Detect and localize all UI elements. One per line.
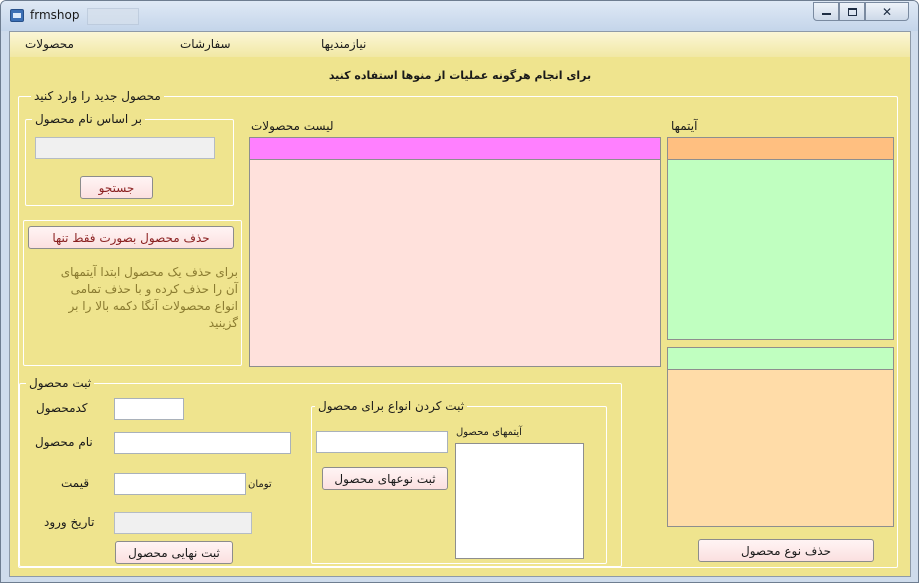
menu-orders[interactable]: سفارشات [180, 37, 231, 51]
products-grid[interactable] [249, 137, 661, 367]
date-label: تاریخ ورود [44, 515, 95, 529]
delete-product-button[interactable]: حذف محصول بصورت فقط تنها [28, 226, 234, 249]
items-grid[interactable] [667, 137, 894, 340]
products-list-label: لیست محصولات [251, 119, 334, 133]
currency-label: تومان [248, 479, 272, 490]
product-types-grid[interactable] [667, 347, 894, 527]
maximize-icon [847, 7, 857, 16]
product-items-listbox[interactable] [455, 443, 584, 559]
name-input[interactable] [114, 432, 291, 454]
register-product-group: ثبت محصول کدمحصول نام محصول قیمت تومان ت… [19, 376, 622, 567]
types-group: ثبت کردن انواع برای محصول آیتمهای محصول … [311, 399, 607, 564]
menu-products[interactable]: محصولات [25, 37, 74, 51]
price-input[interactable] [114, 473, 246, 495]
price-label: قیمت [61, 476, 90, 490]
app-icon [10, 9, 24, 22]
form-client-area: محصولات سفارشات نیازمندیها برای انجام هر… [9, 31, 911, 577]
delete-instruction-note: برای حذف یک محصول ابتدا آیتمهای آن را حذ… [60, 265, 238, 330]
maximize-button[interactable] [839, 2, 865, 21]
search-legend: بر اساس نام محصول [32, 112, 146, 126]
type-input[interactable] [316, 431, 448, 453]
register-legend: ثبت محصول [26, 376, 95, 390]
delete-product-group: حذف محصول بصورت فقط تنها برای حذف یک محص… [23, 220, 242, 366]
search-group: بر اساس نام محصول جستجو [25, 112, 234, 206]
window-title: frmshop [30, 8, 80, 22]
search-input[interactable] [35, 137, 215, 159]
menu-bar: محصولات سفارشات نیازمندیها [10, 32, 910, 57]
ghost-tab-thumbnail [87, 8, 139, 25]
close-button[interactable]: ✕ [865, 2, 909, 21]
close-icon: ✕ [881, 4, 893, 19]
menu-needy[interactable]: نیازمندیها [321, 37, 366, 51]
new-product-legend: محصول جدید را وارد کنید [31, 89, 164, 103]
instruction-text: برای انجام هرگونه عملیات از منوها استفاد… [328, 69, 592, 82]
product-types-grid-header [668, 348, 893, 370]
product-items-label: آیتمهای محصول [456, 427, 522, 438]
minimize-icon [821, 13, 831, 15]
items-label: آیتمها [671, 119, 698, 133]
register-types-button[interactable]: ثبت نوعهای محصول [322, 467, 448, 490]
title-bar[interactable]: frmshop ✕ [1, 1, 918, 31]
products-grid-header [250, 138, 660, 160]
items-grid-header [668, 138, 893, 160]
types-legend: ثبت کردن انواع برای محصول [315, 399, 468, 413]
delete-type-button[interactable]: حذف نوع محصول [698, 539, 874, 562]
app-window: frmshop ✕ محصولات سفارشات نیازمندیها برا… [0, 0, 919, 583]
code-label: کدمحصول [36, 401, 88, 415]
code-input[interactable] [114, 398, 184, 420]
new-product-group: محصول جدید را وارد کنید بر اساس نام محصو… [18, 89, 898, 568]
date-input[interactable] [114, 512, 252, 534]
final-register-button[interactable]: ثبت نهایی محصول [115, 541, 233, 564]
minimize-button[interactable] [813, 2, 839, 21]
name-label: نام محصول [35, 435, 93, 449]
search-button[interactable]: جستجو [80, 176, 153, 199]
